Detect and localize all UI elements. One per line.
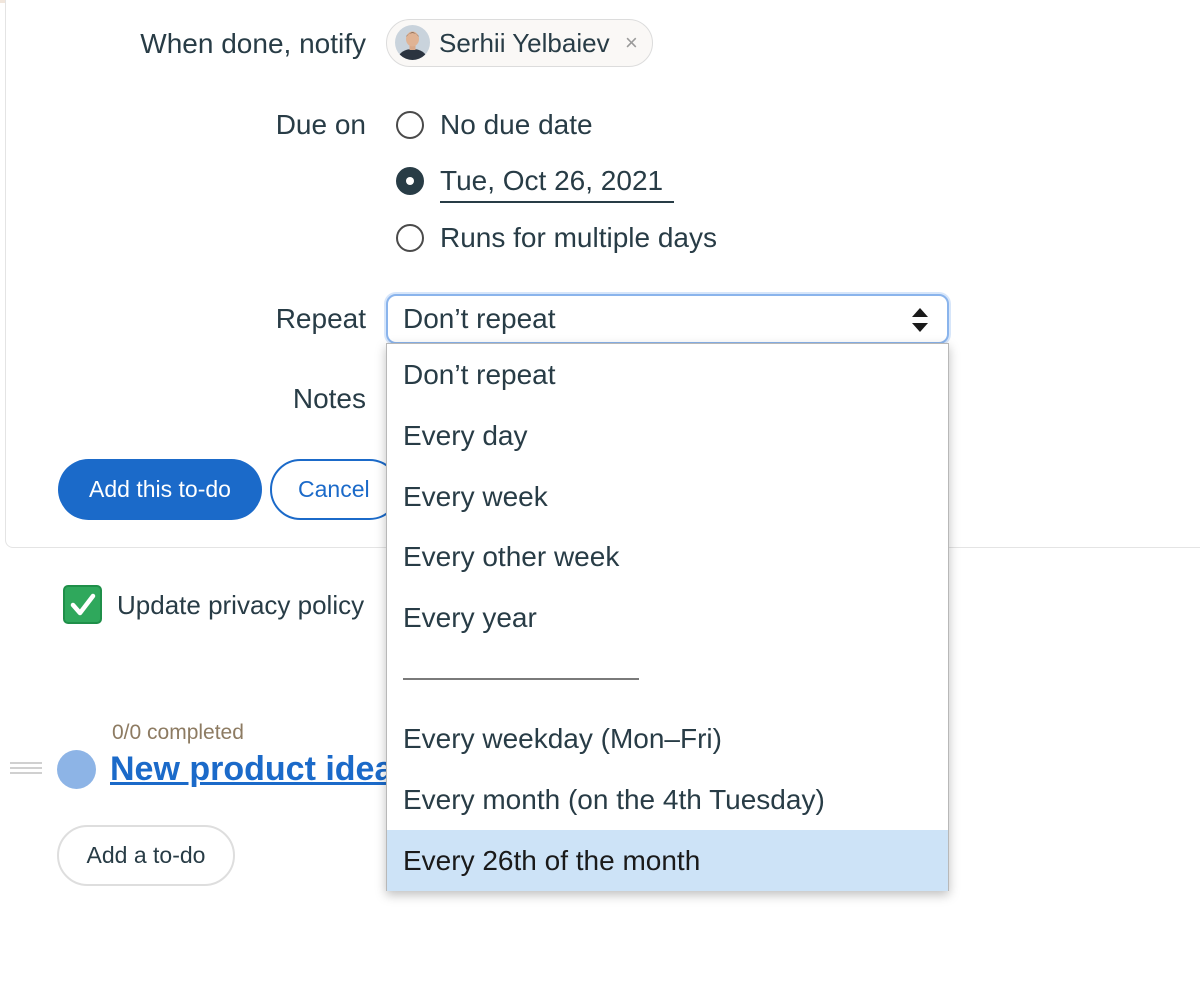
option-every-other-week[interactable]: Every other week — [387, 526, 948, 587]
option-every-month-4th-tuesday[interactable]: Every month (on the 4th Tuesday) — [387, 769, 948, 830]
notify-person-chip[interactable]: Serhii Yelbaiev × — [386, 19, 653, 67]
radio-no-due-date[interactable] — [396, 111, 424, 139]
add-a-todo-button[interactable]: Add a to-do — [57, 825, 235, 886]
checkmark-icon — [70, 593, 96, 616]
notify-label: When done, notify — [140, 28, 366, 59]
option-every-26th[interactable]: Every 26th of the month — [387, 830, 948, 891]
radio-label-no-due-date[interactable]: No due date — [440, 108, 593, 142]
option-separator — [403, 678, 639, 680]
list-color-dot — [57, 750, 96, 789]
repeat-select-value: Don’t repeat — [403, 303, 556, 334]
todo-checkbox[interactable] — [63, 585, 102, 624]
option-every-week[interactable]: Every week — [387, 466, 948, 527]
repeat-label: Repeat — [275, 303, 366, 334]
repeat-dropdown-menu: Don’t repeat Every day Every week Every … — [386, 343, 949, 891]
select-arrows-icon — [911, 306, 929, 334]
notify-person-name: Serhii Yelbaiev — [439, 28, 610, 58]
notes-label: Notes — [292, 383, 366, 414]
drag-handle-icon[interactable] — [10, 760, 42, 774]
due-date-value[interactable]: Tue, Oct 26, 2021 — [440, 164, 663, 198]
option-every-weekday[interactable]: Every weekday (Mon–Fri) — [387, 708, 948, 769]
add-todo-button[interactable]: Add this to-do — [58, 459, 262, 520]
cancel-button[interactable]: Cancel — [270, 459, 400, 520]
completed-todo-text[interactable]: Update privacy policy — [117, 589, 364, 621]
list-progress: 0/0 completed — [112, 721, 244, 744]
radio-label-multiple-days[interactable]: Runs for multiple days — [440, 221, 717, 255]
option-every-day[interactable]: Every day — [387, 405, 948, 466]
due-label: Due on — [275, 109, 366, 140]
radio-multiple-days[interactable] — [396, 224, 424, 252]
option-dont-repeat[interactable]: Don’t repeat — [387, 344, 948, 405]
due-date-underline — [440, 201, 674, 203]
list-title-link[interactable]: New product ideas — [110, 748, 400, 790]
repeat-select[interactable]: Don’t repeat — [386, 294, 949, 344]
avatar — [395, 25, 430, 60]
remove-person-icon[interactable]: × — [625, 29, 638, 57]
option-every-year[interactable]: Every year — [387, 587, 948, 648]
radio-due-date[interactable] — [396, 167, 424, 195]
